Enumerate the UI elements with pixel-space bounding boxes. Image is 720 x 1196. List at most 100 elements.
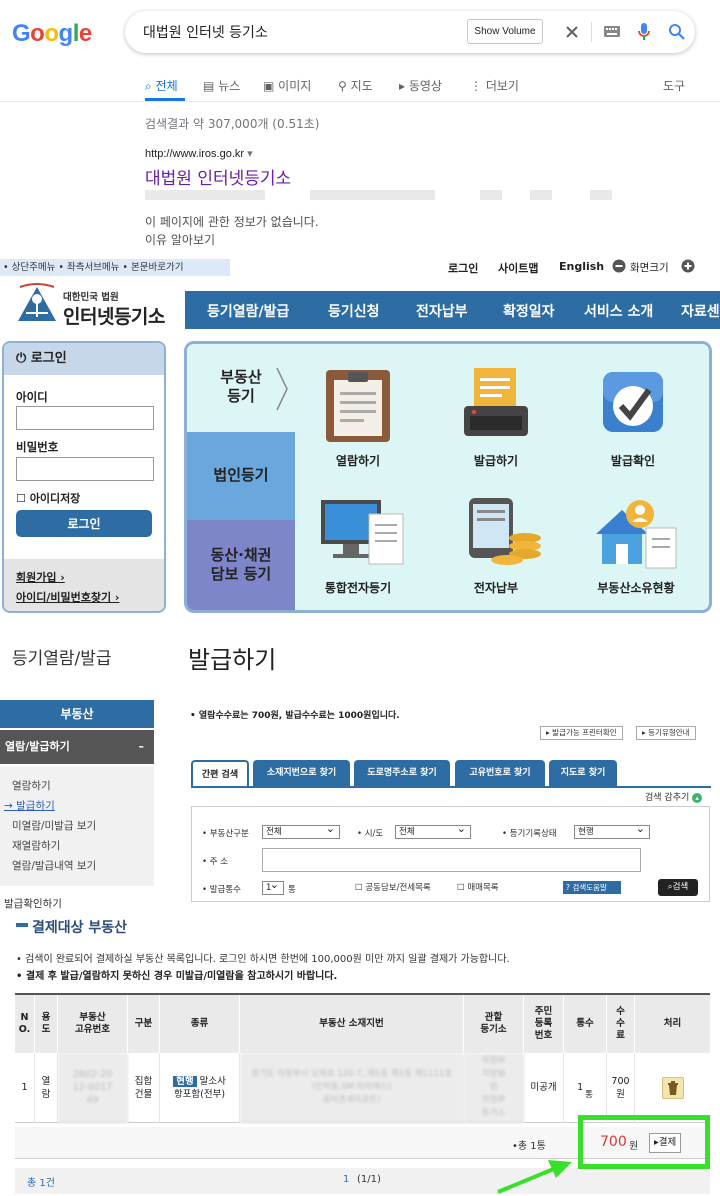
hide-search-toggle[interactable]: 검색 감추기 ▴ (645, 790, 703, 803)
tab-images[interactable]: ▣ 이미지 (263, 77, 311, 94)
search-input[interactable] (143, 22, 463, 42)
current-page[interactable]: 1 (343, 1174, 349, 1185)
section-category-title: 등기열람/발급 (12, 649, 112, 669)
zoom-out-icon[interactable] (612, 259, 626, 273)
search-help-label: 검색도움말 (572, 883, 607, 892)
result-url[interactable]: http://www.iros.go.kr ▾ (145, 147, 253, 160)
court-emblem-icon[interactable] (12, 283, 62, 325)
registry-type-guide-button[interactable]: ▸ 등기유형안내 (636, 726, 696, 740)
gnb-item-service[interactable]: 서비스 소개 (584, 301, 653, 321)
search-help-button[interactable]: ? 검색도움말 (563, 881, 621, 894)
left-nav-item-unissued[interactable]: 미열람/미발급 보기 (12, 818, 96, 833)
view-doc-icon[interactable] (322, 366, 394, 446)
left-nav-sub-label: 열람/발급하기 (5, 740, 70, 753)
page-title: 발급하기 (188, 646, 277, 674)
payment-table: N O. 용 도 부동산 고유번호 구분 종류 부동산 소재지번 관할 등기소 … (15, 993, 710, 1127)
tab-map-search[interactable]: 지도로 찾기 (549, 760, 617, 787)
search-button[interactable]: ⌕검색 (658, 879, 698, 896)
left-nav-item-review[interactable]: 재열람하기 (12, 838, 60, 853)
id-input[interactable] (16, 406, 154, 430)
quick-item-ownership[interactable]: 부동산소유현황 (576, 579, 696, 596)
count-select[interactable]: 1 (262, 879, 284, 895)
util-login-link[interactable]: 로그인 (448, 260, 478, 276)
printer-icon[interactable] (460, 366, 532, 446)
redacted-block (480, 190, 502, 200)
trash-icon[interactable] (661, 1076, 684, 1099)
left-nav-item-history[interactable]: 열람/발급내역 보기 (12, 858, 96, 873)
arrow-annotation-icon (494, 1158, 576, 1194)
sido-label: • 시/도 (357, 829, 384, 839)
url-menu-icon[interactable]: ▾ (247, 148, 253, 160)
count-unit: 통 (288, 885, 296, 895)
check-confirm-icon[interactable] (597, 366, 669, 446)
login-button[interactable]: 로그인 (16, 510, 152, 537)
password-input[interactable] (16, 457, 154, 481)
tab-videos[interactable]: ▸ 동영상 (399, 77, 442, 94)
type-select[interactable]: 전체 (262, 823, 340, 839)
side-tab-movable[interactable]: 동산·채권 담보 등기 (187, 520, 295, 610)
find-account-link[interactable]: 아이디/비밀번호찾기 › (16, 589, 119, 605)
tab-tools[interactable]: 도구 (663, 77, 685, 94)
show-volume-button[interactable]: Show Volume (467, 19, 543, 44)
site-logo-text[interactable]: 인터넷등기소 (63, 302, 165, 329)
collapse-icon[interactable]: – (139, 730, 145, 764)
tab-all[interactable]: ⌕ 전체 (145, 77, 178, 94)
left-nav-head[interactable]: 부동산 (0, 700, 154, 728)
gnb-item-apply[interactable]: 등기신청 (328, 301, 380, 321)
left-nav-item-issue[interactable]: → 발급하기 (4, 798, 55, 813)
integrated-registry-icon[interactable] (319, 494, 409, 574)
left-nav-sub[interactable]: 열람/발급하기 – (0, 730, 154, 764)
gnb-item-date[interactable]: 확정일자 (503, 301, 555, 321)
tab-unique-number[interactable]: 고유번호로 찾기 (455, 760, 545, 787)
ownership-icon[interactable] (592, 494, 682, 574)
quick-item-confirm[interactable]: 발급확인 (573, 452, 693, 469)
search-box: Show Volume (125, 11, 695, 53)
clear-icon[interactable] (565, 25, 579, 39)
quick-item-issue[interactable]: 발급하기 (436, 452, 556, 469)
tab-news[interactable]: ▤ 뉴스 (203, 77, 240, 94)
divider (591, 22, 592, 42)
sido-select[interactable]: 전체 (395, 823, 471, 839)
payment-section-title: 결제대상 부동산 (32, 920, 128, 936)
quick-item-view[interactable]: 열람하기 (298, 452, 418, 469)
side-tab-real-estate[interactable]: 부동산 등기 (187, 344, 295, 432)
gnb-item-issue[interactable]: 등기열람/발급 (207, 301, 289, 321)
delete-button[interactable] (635, 1053, 710, 1123)
tab-maps[interactable]: ⚲ 지도 (338, 77, 373, 94)
side-tab-corporate[interactable]: 법인등기 (187, 432, 295, 520)
search-icon[interactable] (668, 23, 685, 40)
quick-item-epay[interactable]: 전자납부 (436, 579, 556, 596)
join-link[interactable]: 회원가입 › (16, 569, 65, 585)
quick-item-integrated[interactable]: 통합전자등기 (298, 579, 418, 596)
util-english-link[interactable]: English (559, 260, 604, 273)
tab-more[interactable]: ⋮ 더보기 (470, 77, 519, 94)
current-badge: 현행 (173, 1075, 197, 1087)
count-label: • 발급통수 (202, 885, 241, 895)
save-id-checkbox[interactable]: ☐ 아이디저장 (16, 490, 80, 506)
cell-office: 의정부 지방법 원 의정부 등기소 (464, 1053, 524, 1123)
left-nav-item-view[interactable]: 열람하기 (12, 778, 51, 793)
result-why-link[interactable]: 이유 알아보기 (145, 231, 215, 248)
status-select[interactable]: 현행 (574, 823, 650, 839)
left-nav-item-verify[interactable]: 발급확인하기 (4, 896, 62, 911)
joint-collateral-checkbox[interactable]: ☐ 공동담보/전세목록 (355, 881, 431, 893)
tab-road-address[interactable]: 도로명주소로 찾기 (354, 760, 450, 787)
address-input[interactable] (262, 848, 641, 872)
redacted-block (310, 190, 435, 200)
google-logo[interactable]: Google (12, 20, 92, 48)
tab-simple-search[interactable]: 간편 검색 (191, 760, 249, 787)
util-sitemap-link[interactable]: 사이트맵 (498, 260, 538, 276)
epay-icon[interactable] (457, 494, 547, 574)
tab-images-label: 이미지 (278, 79, 312, 93)
sale-list-checkbox[interactable]: ☐ 매매목록 (457, 881, 499, 893)
gnb-item-data[interactable]: 자료센 (681, 301, 720, 321)
zoom-in-icon[interactable] (681, 259, 695, 273)
login-header: ⏻ 로그인 (4, 343, 164, 375)
printer-check-button[interactable]: ▸ 발급가능 프린터확인 (540, 726, 623, 740)
keyboard-icon[interactable] (603, 25, 621, 38)
tab-lot-number[interactable]: 소재지번으로 찾기 (253, 760, 350, 787)
gnb-item-epay[interactable]: 전자납부 (416, 301, 468, 321)
microphone-icon[interactable] (637, 22, 651, 42)
result-title[interactable]: 대법원 인터넷등기소 (145, 164, 291, 189)
skip-links[interactable]: • 상단주메뉴 • 좌측서브메뉴 • 본문바로가기 (0, 259, 230, 276)
